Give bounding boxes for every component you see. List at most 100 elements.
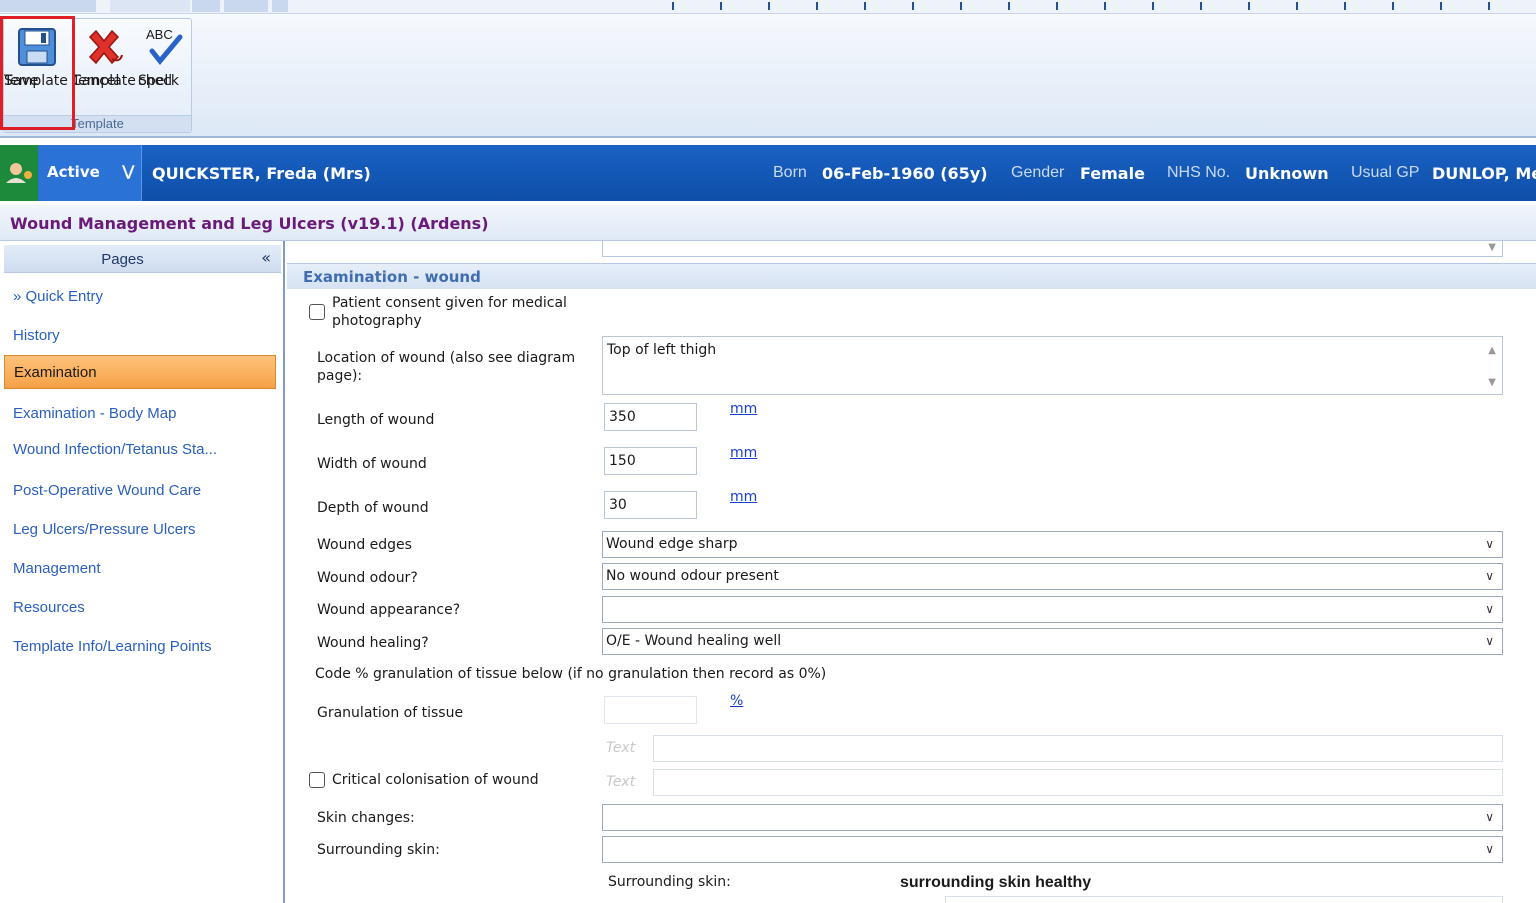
- width-unit-link[interactable]: mm: [730, 445, 757, 461]
- template-ribbon-group: Save Template Cancel Template ABC Spell …: [3, 18, 192, 133]
- ruler-tick: [720, 2, 722, 10]
- depth-input[interactable]: 30: [604, 491, 697, 519]
- location-label: Location of wound (also see diagram page…: [317, 350, 576, 384]
- red-x-icon: [88, 29, 123, 65]
- pages-sidebar: Pages « » Quick Entry History Examinatio…: [0, 241, 285, 903]
- patient-icon[interactable]: [0, 145, 38, 201]
- cancel-template-button[interactable]: Cancel Template: [72, 21, 136, 111]
- skin-changes-select[interactable]: ∨: [602, 804, 1503, 831]
- patient-name: QUICKSTER, Freda (Mrs): [152, 164, 371, 183]
- pages-header-title: Pages: [101, 251, 144, 268]
- granulation-label: Granulation of tissue: [317, 705, 464, 721]
- nav-item-history[interactable]: History: [4, 318, 276, 352]
- healing-select[interactable]: O/E - Wound healing well ∨: [602, 628, 1503, 655]
- spell-check-icon-text: ABC: [146, 27, 173, 42]
- ruler-block: [272, 0, 288, 12]
- top-ruler: [0, 0, 1536, 14]
- save-label-line2: Template: [4, 73, 68, 89]
- skin-changes-label: Skin changes:: [317, 810, 415, 826]
- edges-select[interactable]: Wound edge sharp ∨: [602, 531, 1503, 558]
- ruler-tick: [1392, 2, 1394, 10]
- chevron-down-icon: ∨: [1485, 569, 1494, 583]
- spell-check-icon: ABC: [146, 27, 183, 65]
- chevron-down-icon: ∨: [1485, 537, 1494, 551]
- chevron-down-icon: ∨: [1485, 842, 1494, 856]
- ruler-tick: [864, 2, 866, 10]
- nav-item-template-info[interactable]: Template Info/Learning Points: [4, 629, 276, 663]
- appearance-label: Wound appearance?: [317, 602, 461, 618]
- nav-item-resources[interactable]: Resources: [4, 590, 276, 624]
- odour-label: Wound odour?: [317, 570, 418, 586]
- ruler-tick: [1344, 2, 1346, 10]
- ruler-tick: [1152, 2, 1154, 10]
- spell-label-line2: check: [138, 73, 179, 89]
- readout-box: [945, 896, 1503, 903]
- ruler-tick: [1056, 2, 1058, 10]
- surrounding-skin-select[interactable]: ∨: [602, 836, 1503, 863]
- gender-label: Gender: [1011, 164, 1065, 181]
- spell-check-button[interactable]: ABC Spell check: [138, 21, 190, 111]
- colonisation-label: Critical colonisation of wound: [332, 772, 539, 788]
- granulation-input[interactable]: [604, 696, 697, 724]
- nav-item-management[interactable]: Management: [4, 551, 276, 585]
- chevron-down-icon: ∨: [1485, 602, 1494, 616]
- nav-item-examination[interactable]: Examination: [4, 355, 276, 389]
- save-template-button[interactable]: Save Template: [4, 21, 70, 111]
- nav-item-post-operative[interactable]: Post-Operative Wound Care: [4, 473, 276, 507]
- gp-label: Usual GP: [1351, 164, 1420, 181]
- record-status-dropdown[interactable]: Active ⋁: [38, 145, 142, 201]
- nav-item-wound-infection[interactable]: Wound Infection/Tetanus Sta...: [4, 432, 276, 466]
- width-input[interactable]: 150: [604, 447, 697, 475]
- appearance-select[interactable]: ∨: [602, 596, 1503, 623]
- nav-item-examination-body-map[interactable]: Examination - Body Map: [4, 396, 276, 430]
- section-header: Examination - wound: [287, 263, 1536, 289]
- surrounding-skin-readout: surrounding skin healthy: [900, 874, 1092, 891]
- colonisation-checkbox[interactable]: [309, 772, 325, 788]
- pages-header: Pages «: [4, 245, 281, 273]
- ruler-tick: [1104, 2, 1106, 10]
- text-placeholder: Text: [606, 774, 636, 790]
- healing-label: Wound healing?: [317, 635, 429, 651]
- scroll-down-icon[interactable]: ▼: [1488, 377, 1496, 388]
- ruler-tick: [912, 2, 914, 10]
- scroll-up-icon[interactable]: ▲: [1488, 345, 1496, 356]
- colonisation-text-input[interactable]: [653, 769, 1503, 796]
- nav-item-leg-ulcers[interactable]: Leg Ulcers/Pressure Ulcers: [4, 512, 276, 546]
- gp-value: DUNLOP, Me: [1432, 164, 1536, 183]
- ruler-tick: [1488, 2, 1490, 10]
- born-label: Born: [773, 164, 807, 181]
- consent-label: Patient consent given for medical photog…: [332, 295, 567, 329]
- examination-form: ▼ Examination - wound Patient consent gi…: [287, 241, 1536, 903]
- granulation-unit-link[interactable]: %: [730, 693, 743, 709]
- healing-value: O/E - Wound healing well: [606, 633, 782, 649]
- consent-checkbox[interactable]: [309, 304, 325, 320]
- depth-label: Depth of wound: [317, 500, 429, 516]
- ruler-block: [224, 0, 268, 12]
- previous-field[interactable]: ▼: [602, 241, 1503, 257]
- cancel-label-line2: Template: [72, 73, 136, 89]
- ruler-tick: [960, 2, 962, 10]
- granulation-text-input[interactable]: [653, 735, 1503, 762]
- nav-item-quick-entry[interactable]: » Quick Entry: [4, 279, 276, 313]
- status-label: Active: [47, 163, 100, 181]
- edges-value: Wound edge sharp: [606, 536, 738, 552]
- odour-select[interactable]: No wound odour present ∨: [602, 563, 1503, 590]
- length-unit-link[interactable]: mm: [730, 401, 757, 417]
- ruler-tick: [1248, 2, 1250, 10]
- length-input[interactable]: 350: [604, 403, 697, 431]
- ribbon-toolbar: Save Template Cancel Template ABC Spell …: [0, 14, 1536, 138]
- ruler-tick: [1440, 2, 1442, 10]
- granulation-note: Code % granulation of tissue below (if n…: [315, 666, 827, 682]
- ruler-tick: [816, 2, 818, 10]
- location-textarea[interactable]: Top of left thigh ▲ ▼: [602, 336, 1503, 395]
- template-title-bar: Wound Management and Leg Ulcers (v19.1) …: [0, 205, 1536, 241]
- nhs-label: NHS No.: [1167, 164, 1231, 181]
- length-label: Length of wound: [317, 412, 435, 428]
- section-title: Examination - wound: [303, 268, 481, 286]
- depth-unit-link[interactable]: mm: [730, 489, 757, 505]
- scroll-down-icon[interactable]: ▼: [1488, 242, 1496, 253]
- gender-value: Female: [1080, 164, 1145, 183]
- ruler-tick: [1200, 2, 1202, 10]
- odour-value: No wound odour present: [606, 568, 779, 584]
- collapse-sidebar-icon[interactable]: «: [261, 248, 271, 267]
